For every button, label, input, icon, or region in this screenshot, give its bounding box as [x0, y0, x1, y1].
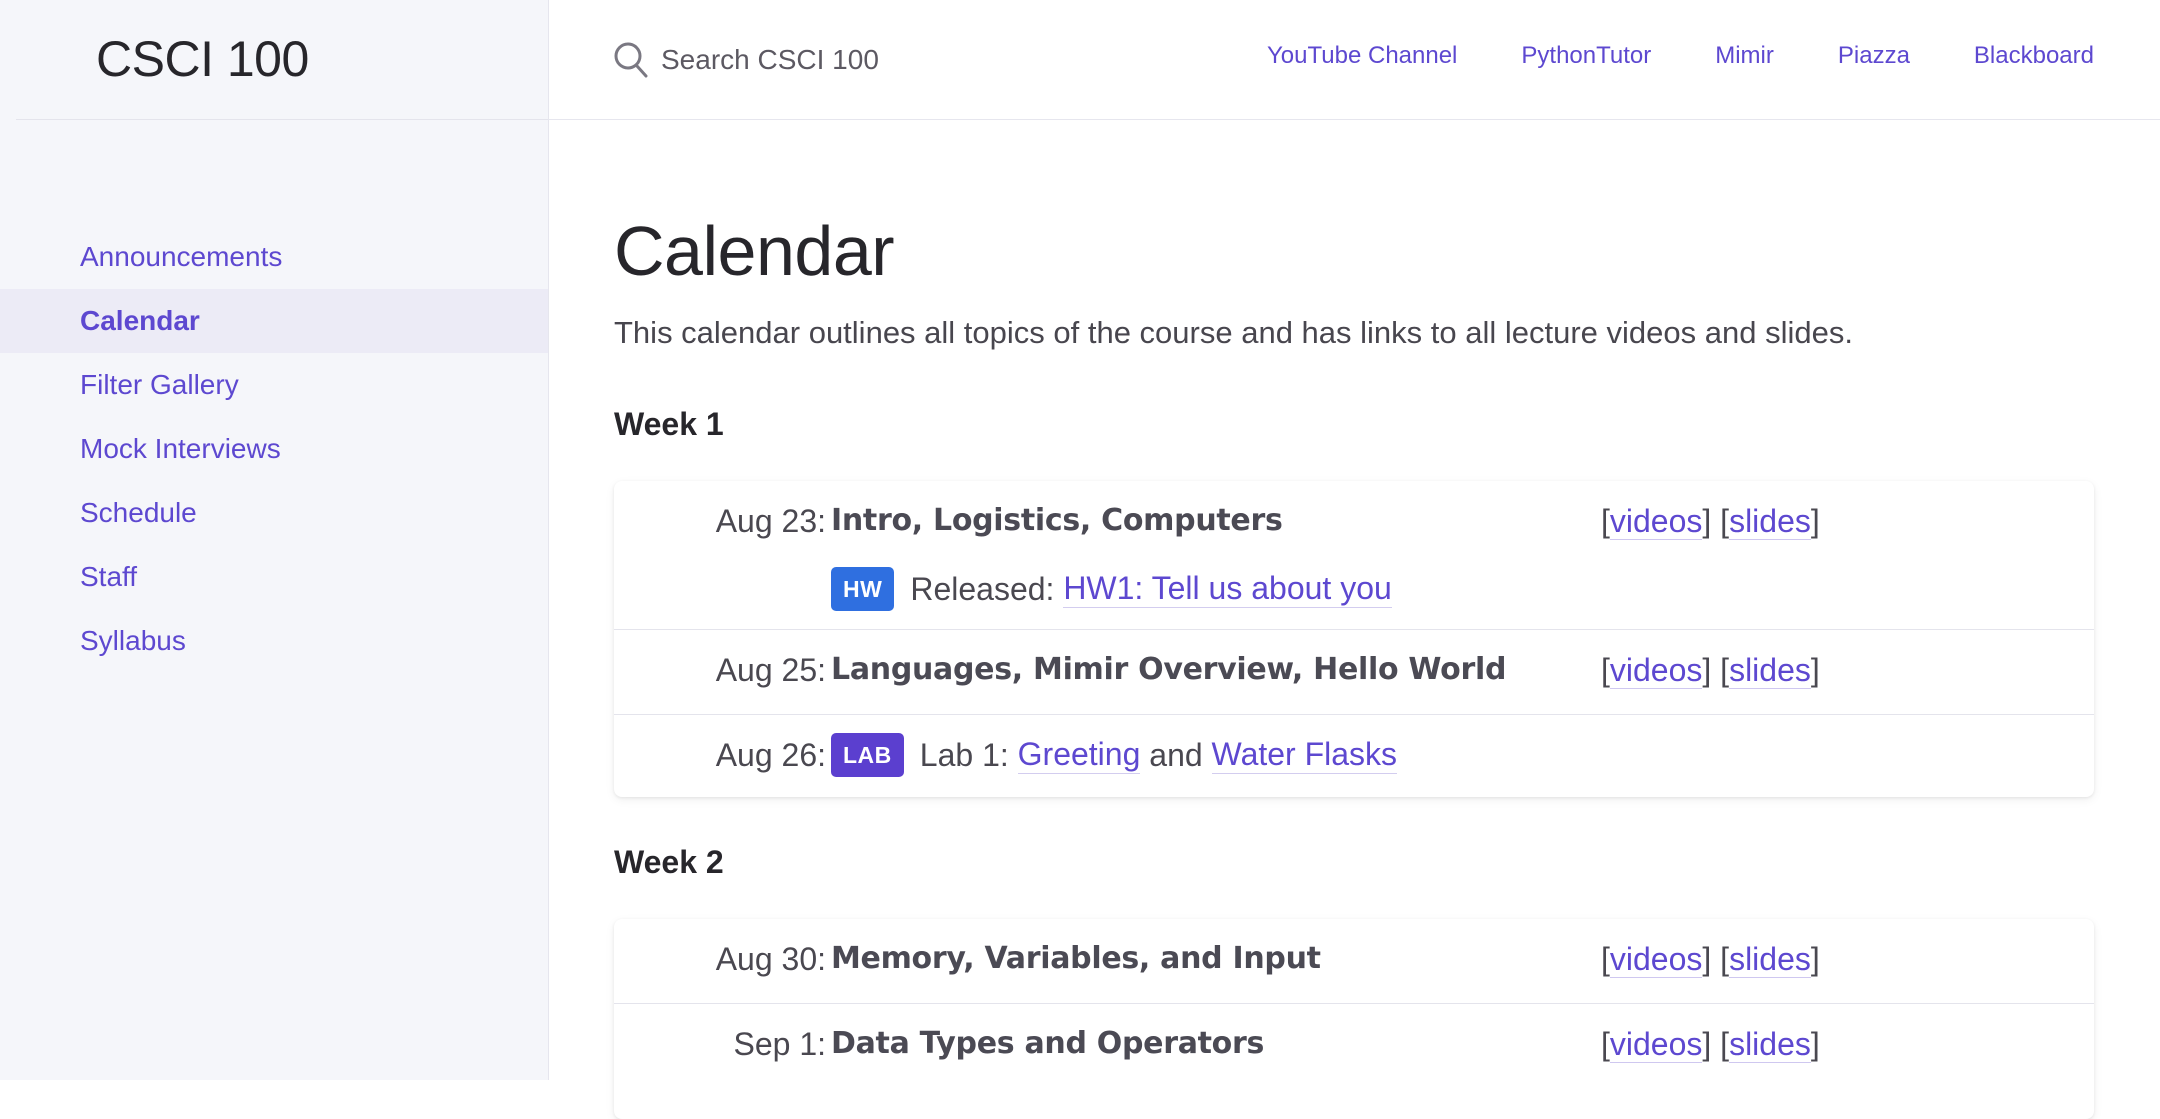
lab-badge: LAB: [831, 733, 904, 777]
search-icon: [614, 42, 648, 78]
entry-topic: Intro, Logistics, Computers: [831, 503, 1283, 538]
hw1-link[interactable]: HW1: Tell us about you: [1063, 570, 1392, 608]
and-text: and: [1149, 736, 1203, 773]
entry-resources: [videos] [slides]: [1601, 1026, 1820, 1063]
sidebar-item-filter-gallery[interactable]: Filter Gallery: [0, 353, 548, 417]
entry-topic: Memory, Variables, and Input: [831, 941, 1321, 976]
slides-link[interactable]: slides: [1729, 503, 1811, 540]
sidebar-item-schedule[interactable]: Schedule: [0, 481, 548, 545]
homework-line: HW Released: HW1: Tell us about you: [831, 567, 1392, 611]
calendar-row: Aug 23: Intro, Logistics, Computers [vid…: [614, 481, 2094, 630]
lab-label: Lab 1:: [919, 736, 1009, 773]
aux-link-youtube[interactable]: YouTube Channel: [1267, 42, 1457, 70]
sidebar-item-staff[interactable]: Staff: [0, 545, 548, 609]
sidebar: CSCI 100 Announcements Calendar Filter G…: [0, 0, 549, 1080]
entry-topic: Languages, Mimir Overview, Hello World: [831, 652, 1507, 687]
calendar-row: Aug 30: Memory, Variables, and Input [vi…: [614, 919, 2094, 1004]
sidebar-item-mock-interviews[interactable]: Mock Interviews: [0, 417, 548, 481]
aux-link-pythontutor[interactable]: PythonTutor: [1521, 42, 1651, 70]
entry-topic: Data Types and Operators: [831, 1026, 1265, 1061]
videos-link[interactable]: videos: [1609, 1026, 1703, 1063]
aux-link-blackboard[interactable]: Blackboard: [1974, 42, 2094, 70]
sidebar-item-syllabus[interactable]: Syllabus: [0, 609, 548, 673]
sidebar-item-calendar[interactable]: Calendar: [0, 289, 548, 353]
calendar-row: Aug 26: LAB Lab 1: Greeting and Water Fl…: [614, 715, 2094, 797]
entry-date: Aug 26:: [715, 737, 826, 773]
sidebar-item-announcements[interactable]: Announcements: [0, 225, 548, 289]
lab-line: LAB Lab 1: Greeting and Water Flasks: [831, 733, 1398, 777]
aux-link-mimir[interactable]: Mimir: [1715, 42, 1774, 70]
top-bar: YouTube Channel PythonTutor Mimir Piazza…: [549, 0, 2160, 120]
sidebar-header: CSCI 100: [16, 0, 548, 120]
water-flasks-link[interactable]: Water Flasks: [1211, 736, 1398, 774]
calendar-row: Sep 1: Data Types and Operators [videos]…: [614, 1004, 2094, 1088]
released-label: Released:: [910, 570, 1055, 607]
slides-link[interactable]: slides: [1729, 941, 1811, 978]
videos-link[interactable]: videos: [1609, 503, 1703, 540]
sidebar-nav: Announcements Calendar Filter Gallery Mo…: [0, 225, 548, 673]
entry-date: Aug 25:: [715, 652, 826, 688]
greeting-link[interactable]: Greeting: [1017, 736, 1141, 774]
videos-link[interactable]: videos: [1609, 941, 1703, 978]
week-card: Aug 23: Intro, Logistics, Computers [vid…: [614, 481, 2094, 797]
site-title[interactable]: CSCI 100: [96, 30, 309, 88]
search-input[interactable]: [659, 43, 1023, 77]
entry-resources: [videos] [slides]: [1601, 503, 1820, 540]
aux-link-piazza[interactable]: Piazza: [1838, 42, 1910, 70]
entry-resources: [videos] [slides]: [1601, 652, 1820, 689]
slides-link[interactable]: slides: [1729, 1026, 1811, 1063]
page-title: Calendar: [614, 212, 895, 290]
hw-badge: HW: [831, 567, 895, 611]
week-card: Aug 30: Memory, Variables, and Input [vi…: [614, 919, 2094, 1119]
entry-date: Aug 23:: [715, 503, 826, 539]
search-box[interactable]: [613, 36, 1033, 84]
videos-link[interactable]: videos: [1609, 652, 1703, 689]
entry-date: Sep 1:: [733, 1026, 826, 1062]
calendar-row: Aug 25: Languages, Mimir Overview, Hello…: [614, 630, 2094, 715]
page-description: This calendar outlines all topics of the…: [614, 315, 1853, 350]
entry-resources: [videos] [slides]: [1601, 941, 1820, 978]
week-heading: Week 2: [614, 844, 724, 880]
aux-nav: YouTube Channel PythonTutor Mimir Piazza…: [1203, 42, 2094, 70]
slides-link[interactable]: slides: [1729, 652, 1811, 689]
entry-date: Aug 30:: [715, 941, 826, 977]
week-heading: Week 1: [614, 406, 724, 442]
